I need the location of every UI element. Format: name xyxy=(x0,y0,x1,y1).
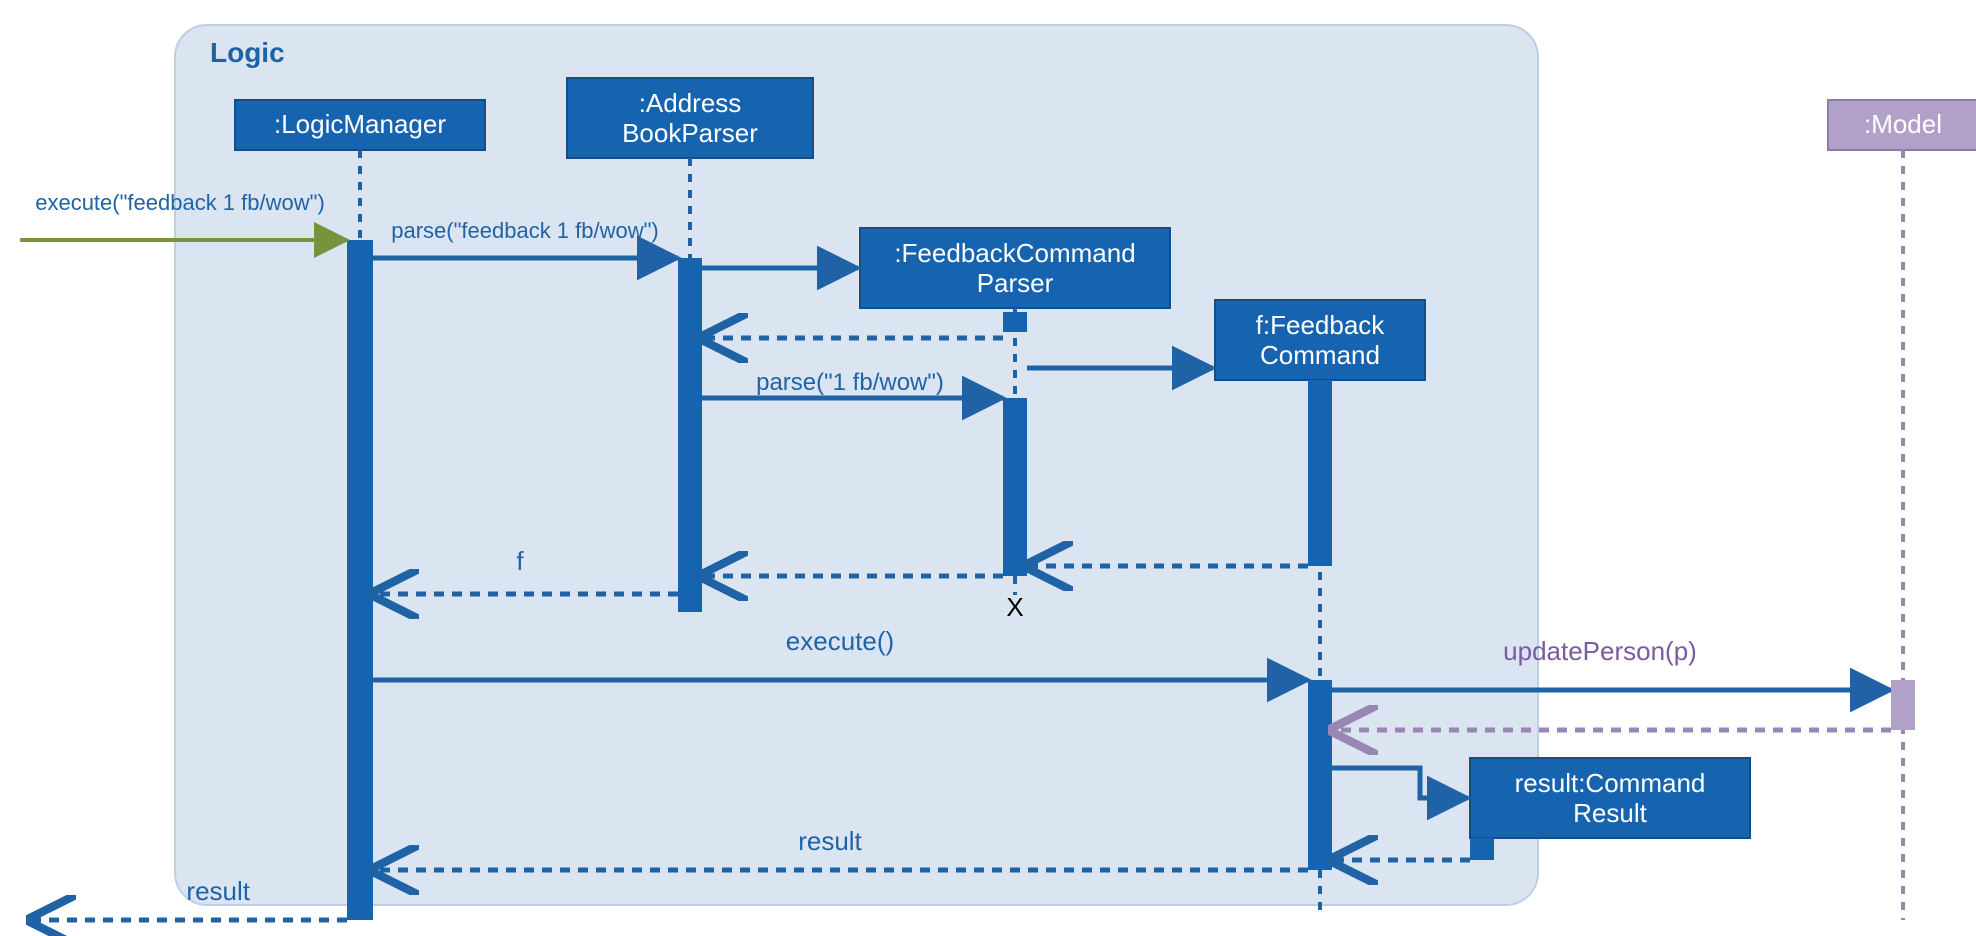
fc-activation-create xyxy=(1308,380,1332,566)
addressbookparser-label-1: :Address xyxy=(639,88,742,118)
commandresult-activation xyxy=(1470,838,1494,860)
logicmanager-activation xyxy=(347,240,373,920)
fc-activation-exec xyxy=(1308,680,1332,870)
model-label: :Model xyxy=(1864,109,1942,139)
fcparser-activation xyxy=(1003,398,1027,576)
result-out-label: result xyxy=(186,876,250,906)
addressbookparser-activation xyxy=(678,258,702,612)
parse2-label: parse("1 fb/wow") xyxy=(756,369,944,396)
feedbackcommandparser-label-1: :FeedbackCommand xyxy=(894,238,1135,268)
feedbackcommand-label-1: f:Feedback xyxy=(1256,310,1386,340)
feedbackcommand-label-2: Command xyxy=(1260,340,1380,370)
feedbackcommandparser-label-2: Parser xyxy=(977,268,1054,298)
logicmanager-label: :LogicManager xyxy=(274,109,446,139)
result-label: result xyxy=(798,826,862,856)
updateperson-label: updatePerson(p) xyxy=(1503,636,1697,666)
fcparser-activation-create xyxy=(1003,312,1027,332)
logic-frame-label: Logic xyxy=(210,37,285,68)
addressbookparser-label-2: BookParser xyxy=(622,118,758,148)
commandresult-label-2: Result xyxy=(1573,798,1647,828)
destroy-x: X xyxy=(1006,592,1023,622)
f-label: f xyxy=(516,546,524,576)
execute-in-label: execute("feedback 1 fb/wow") xyxy=(35,190,325,215)
model-activation xyxy=(1891,680,1915,730)
parse1-label: parse("feedback 1 fb/wow") xyxy=(391,218,659,243)
execute-label: execute() xyxy=(786,626,894,656)
commandresult-label-1: result:Command xyxy=(1515,768,1706,798)
logic-frame xyxy=(175,25,1538,905)
